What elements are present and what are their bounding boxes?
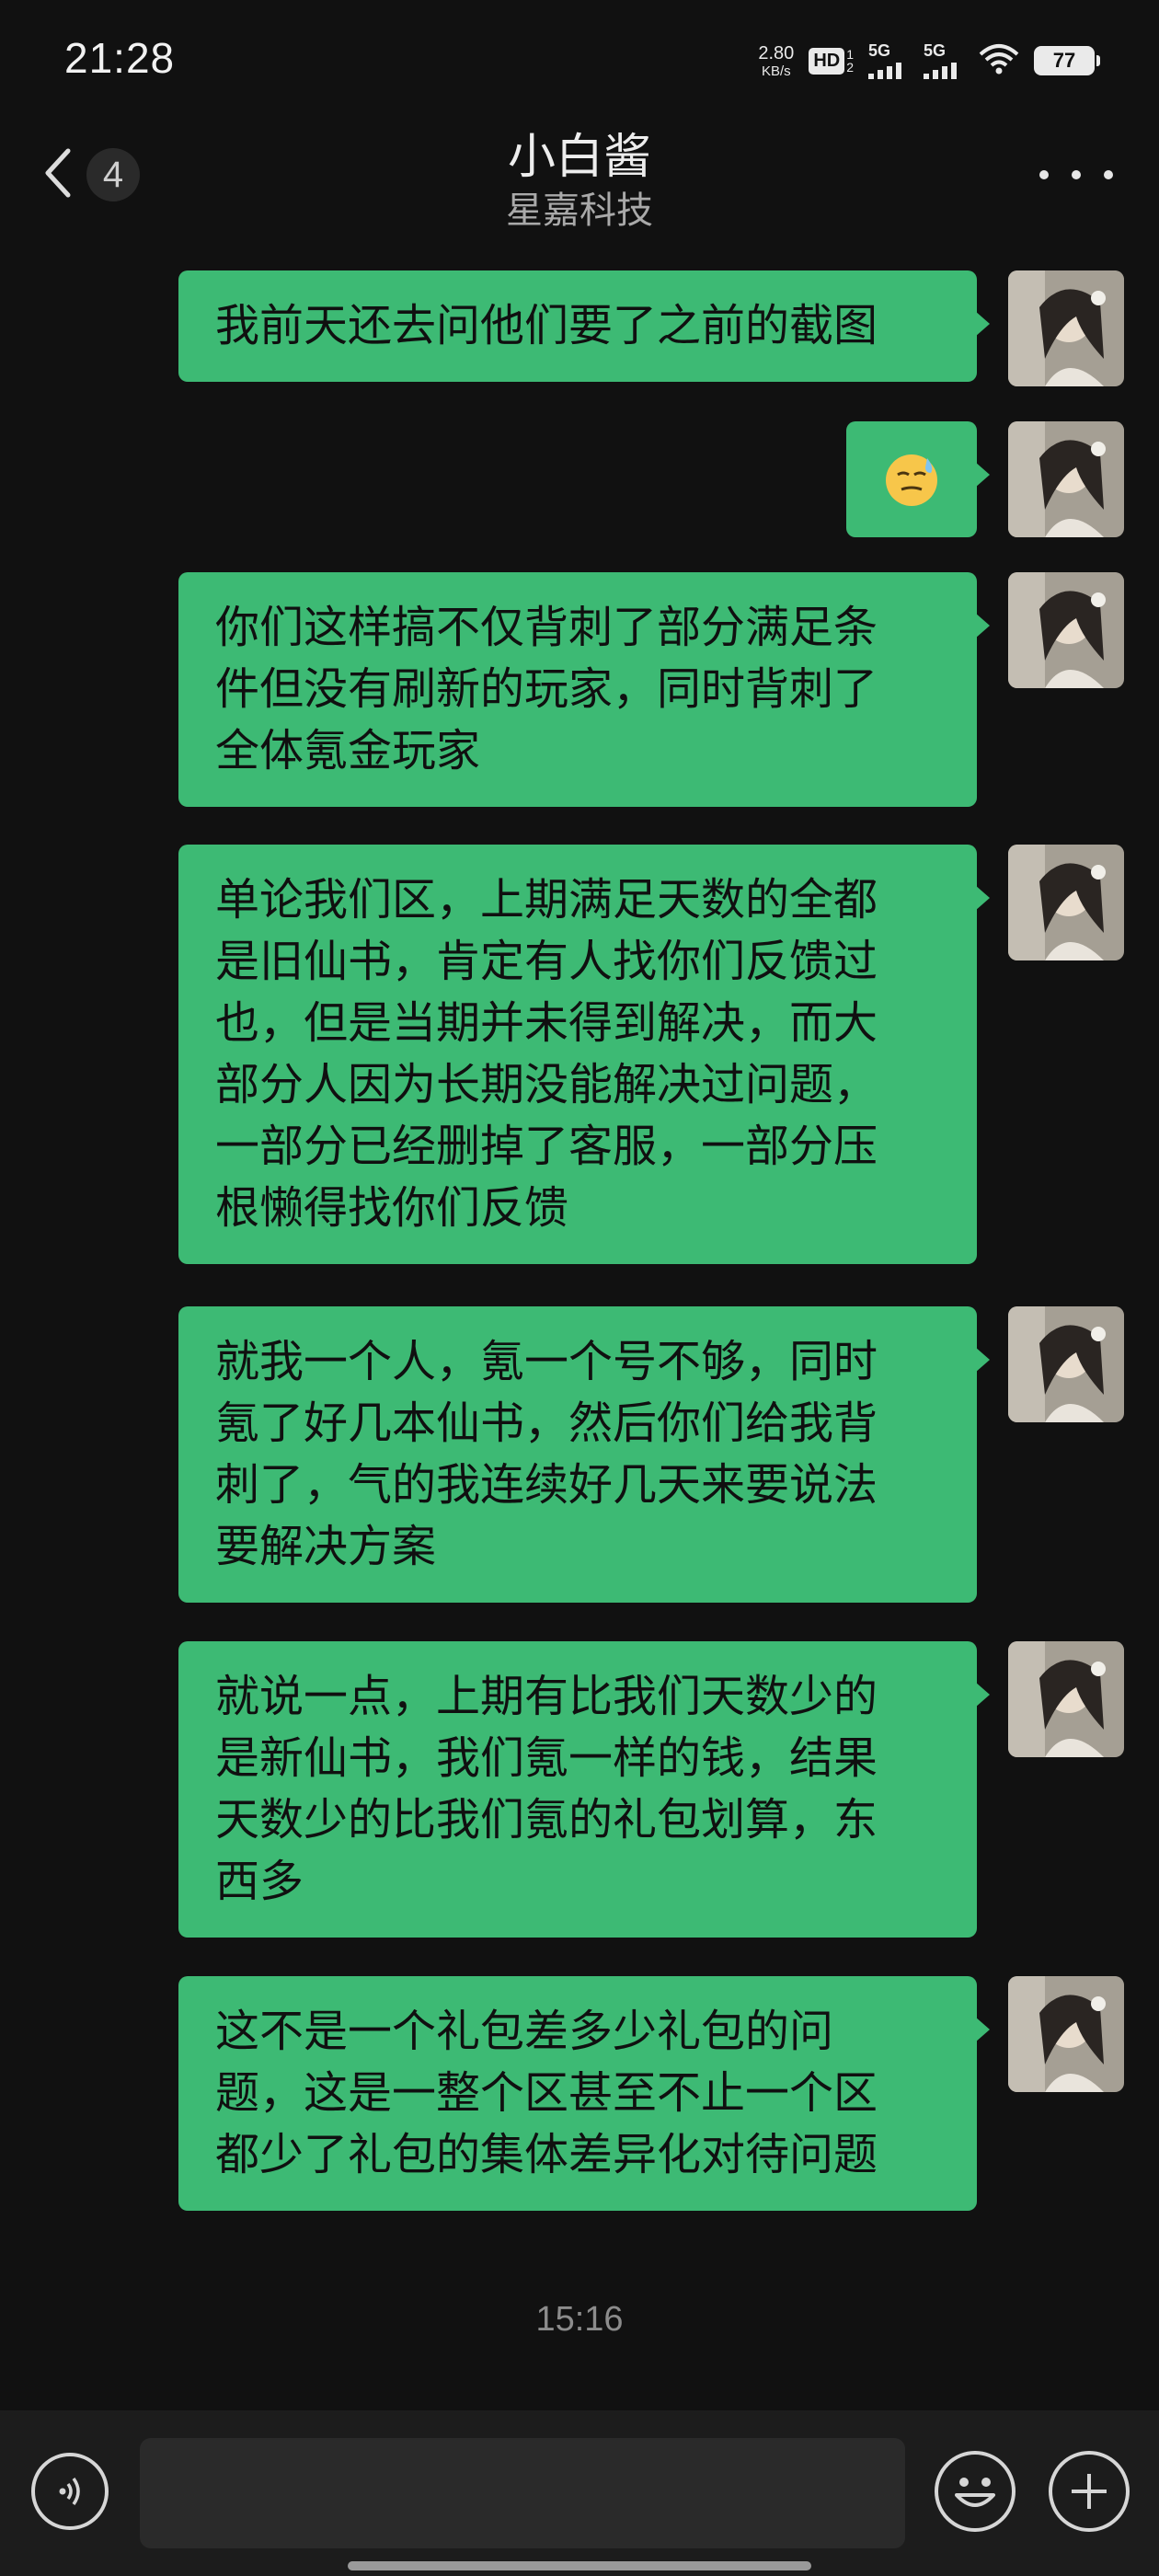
message-line: 这不是一个礼包差多少礼包的问 (215, 2006, 834, 2057)
emoji-icon[interactable] (935, 2451, 1016, 2532)
message-line: 部分人因为长期没能解决过问题， (215, 1059, 878, 1110)
hd-sub-bottom: 2 (846, 60, 854, 75)
message-line: 西多 (215, 1856, 304, 1907)
status-bar: 21:28 2.80 KB/s HD 1 2 5G 5G 77 (0, 0, 1159, 120)
message-line: 件但没有刷新的玩家，同时背刺了 (215, 663, 878, 715)
voice-icon[interactable] (31, 2453, 109, 2530)
message-line: 题，这是一整个区甚至不止一个区 (215, 2067, 878, 2119)
status-icons: 2.80 KB/s HD 1 2 5G 5G 77 (758, 40, 1100, 81)
net-speed-unit: KB/s (762, 63, 791, 79)
message-line: 要解决方案 (215, 1521, 437, 1572)
chat-title: 小白酱 (507, 130, 651, 185)
battery-icon: 77 (1034, 46, 1100, 75)
message-bubble[interactable]: 就说一点，上期有比我们天数少的 是新仙书，我们氪一样的钱，结果 天数少的比我们氪… (178, 1641, 990, 1938)
message-line: 根懒得找你们反馈 (215, 1182, 569, 1234)
input-bar (0, 2410, 1159, 2576)
hd-label: HD (809, 47, 845, 75)
message-bubble[interactable]: 单论我们区，上期满足天数的全都 是旧仙书，肯定有人找你们反馈过 也，但是当期并未… (178, 845, 990, 1264)
hd-sub: 1 2 (846, 48, 854, 74)
message-timestamp: 15:16 (535, 2300, 624, 2339)
message-bubble[interactable]: 我前天还去问他们要了之前的截图 (178, 270, 990, 382)
chat-header: 4 小白酱 星嘉科技 (0, 110, 1159, 239)
avatar[interactable] (1008, 421, 1124, 537)
message-line: 全体氪金玩家 (215, 725, 481, 776)
message-bubble[interactable]: 就我一个人，氪一个号不够，同时 氪了好几本仙书，然后你们给我背 刺了，气的我连续… (178, 1306, 990, 1603)
message-bubble[interactable] (846, 421, 990, 537)
signal-5g-icon: 5G (868, 42, 909, 79)
avatar[interactable] (1008, 1976, 1124, 2092)
message-line: 是新仙书，我们氪一样的钱，结果 (215, 1732, 878, 1784)
plus-icon[interactable] (1049, 2451, 1130, 2532)
message-line: 刺了，气的我连续好几天来要说法 (215, 1459, 878, 1511)
sweat-smile-emoji (881, 449, 942, 510)
hd-sub-top: 1 (846, 47, 854, 62)
message-bubble[interactable]: 这不是一个礼包差多少礼包的问 题，这是一整个区甚至不止一个区 都少了礼包的集体差… (178, 1976, 990, 2211)
message-line: 一部分已经删掉了客服，一部分压 (215, 1121, 878, 1172)
message-line: 都少了礼包的集体差异化对待问题 (215, 2129, 878, 2180)
avatar[interactable] (1008, 572, 1124, 688)
avatar[interactable] (1008, 270, 1124, 386)
avatar[interactable] (1008, 845, 1124, 960)
message-line: 也，但是当期并未得到解决，而大 (215, 997, 878, 1049)
net-speed: 2.80 KB/s (758, 44, 794, 78)
message-input[interactable] (140, 2438, 905, 2548)
message-line: 天数少的比我们氪的礼包划算，东 (215, 1794, 878, 1846)
wifi-icon (979, 43, 1019, 78)
more-dots-icon[interactable] (1039, 156, 1113, 193)
status-time: 21:28 (64, 34, 176, 82)
battery-level: 77 (1052, 49, 1076, 72)
message-bubble[interactable]: 你们这样搞不仅背刺了部分满足条 件但没有刷新的玩家，同时背刺了 全体氪金玩家 (178, 572, 990, 807)
message-line: 就说一点，上期有比我们天数少的 (215, 1671, 878, 1722)
signal-5g-icon: 5G (924, 42, 964, 79)
avatar[interactable] (1008, 1641, 1124, 1757)
hd-voice-icon: HD 1 2 (809, 47, 854, 75)
sim2-label: 5G (924, 41, 947, 60)
message-line: 是旧仙书，肯定有人找你们反馈过 (215, 936, 878, 987)
message-line: 单论我们区，上期满足天数的全都 (215, 874, 878, 926)
message-line: 氪了好几本仙书，然后你们给我背 (215, 1397, 878, 1449)
message-line: 就我一个人，氪一个号不够，同时 (215, 1336, 878, 1387)
net-speed-value: 2.80 (758, 42, 795, 63)
sim1-label: 5G (868, 41, 891, 60)
message-line: 你们这样搞不仅背刺了部分满足条 (215, 602, 878, 653)
chat-subtitle: 星嘉科技 (506, 190, 653, 232)
chat-screen: 21:28 2.80 KB/s HD 1 2 5G 5G 77 4 小白酱 星嘉… (0, 0, 1159, 2576)
avatar[interactable] (1008, 1306, 1124, 1422)
home-indicator[interactable] (348, 2561, 811, 2570)
message-line: 我前天还去问他们要了之前的截图 (215, 300, 878, 351)
